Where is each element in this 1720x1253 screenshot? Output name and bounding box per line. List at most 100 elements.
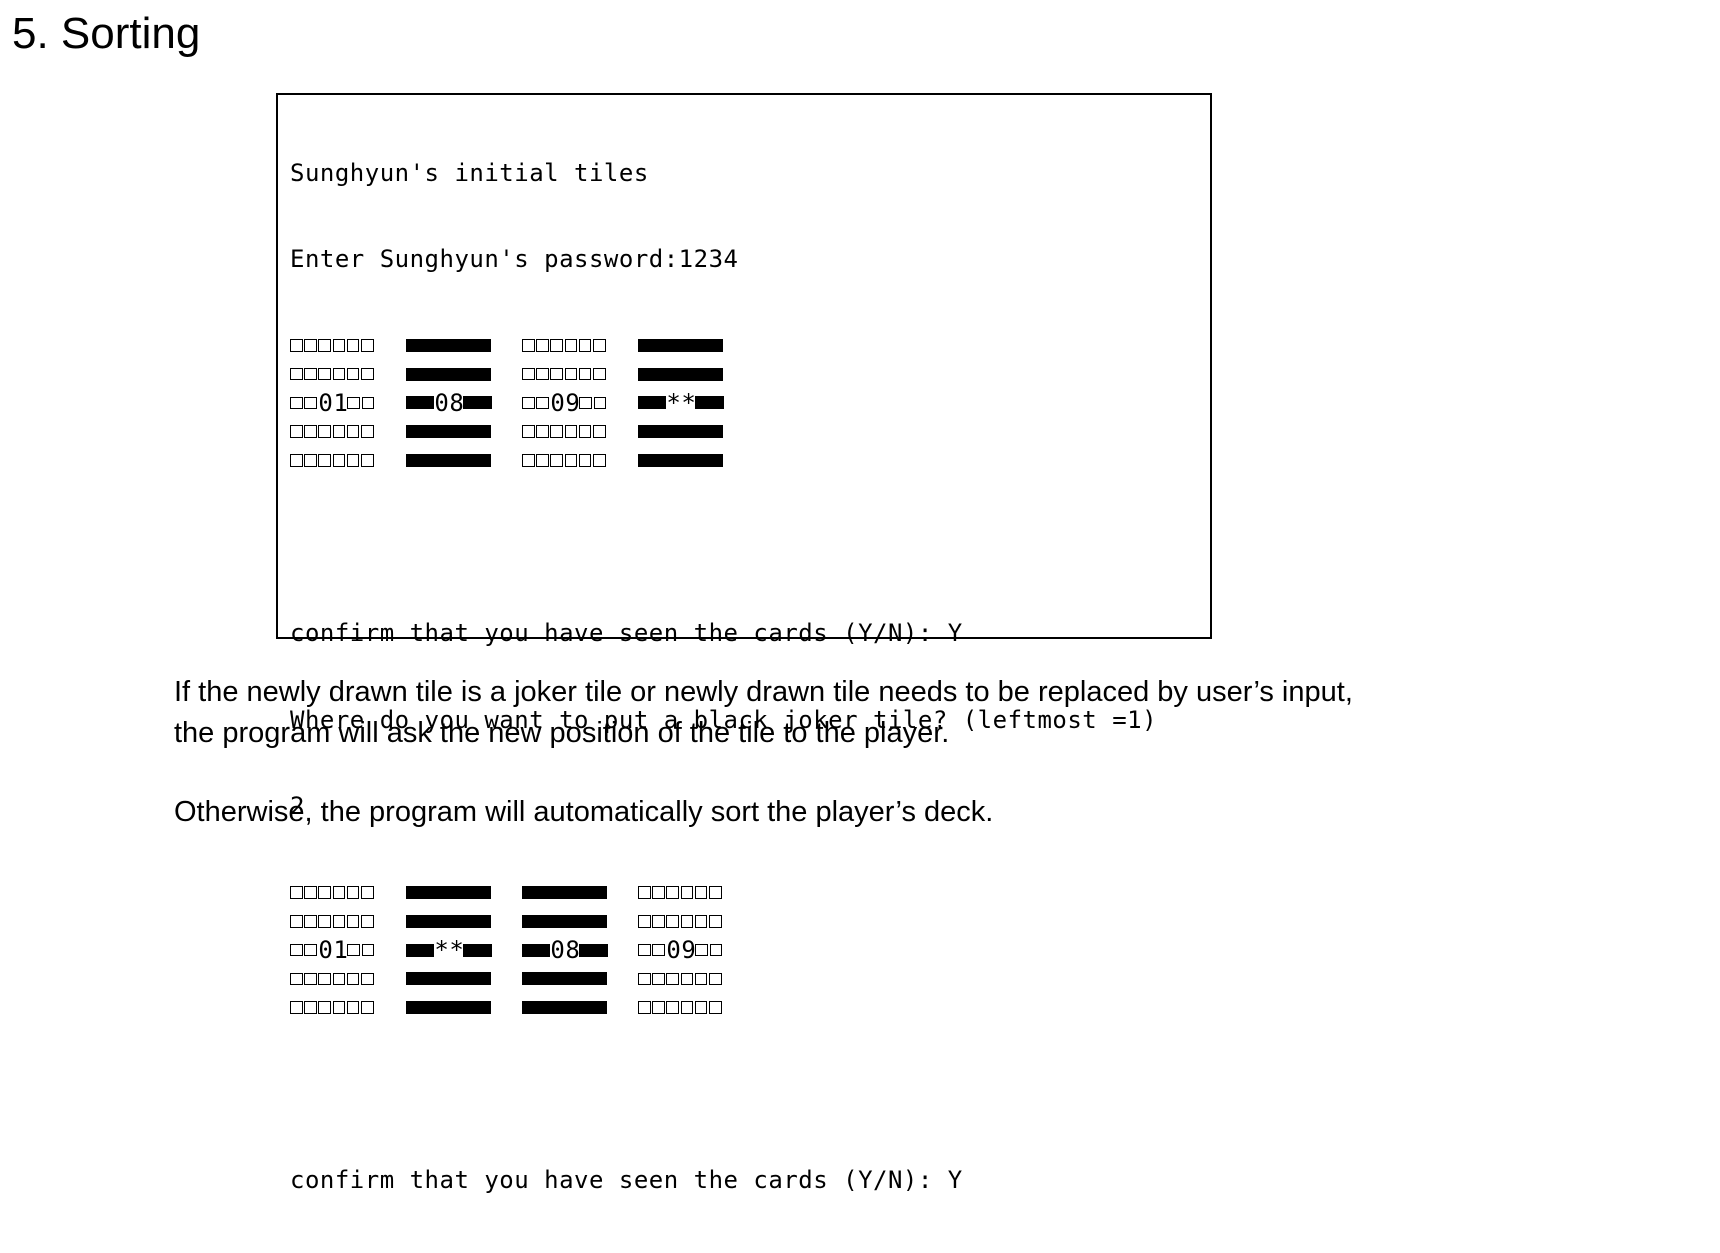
- white-tile: 01: [290, 936, 378, 965]
- tile-row: [290, 879, 1157, 908]
- tile-cell: [680, 886, 694, 899]
- tile-cell: [347, 396, 360, 410]
- tile-cell: [346, 972, 360, 986]
- tile-cell: [406, 886, 421, 900]
- tile-cell: [448, 972, 463, 986]
- tile-cell: [332, 1001, 346, 1014]
- black-tile: [406, 447, 494, 476]
- tile-cell: [406, 972, 421, 986]
- tile-cell: [593, 396, 607, 410]
- tile-cell: [592, 1001, 608, 1015]
- tile-row: [290, 965, 1157, 994]
- tile-cell: [420, 396, 435, 410]
- white-tile: [638, 907, 726, 936]
- black-tile: [638, 418, 726, 447]
- tile-cell: [638, 425, 653, 439]
- black-tile: **: [638, 389, 726, 418]
- tile-cell: [522, 367, 535, 381]
- tile-cell: [406, 425, 421, 439]
- tile-cell: [680, 915, 694, 928]
- tile-cell: [346, 339, 360, 352]
- white-tile: [290, 965, 378, 994]
- tile-cell: [420, 972, 435, 986]
- tile-cell: [536, 943, 551, 957]
- tile-label: 08: [550, 935, 581, 964]
- tile-cell: [290, 1001, 303, 1014]
- tile-cell: [709, 396, 724, 410]
- tile-row: [290, 907, 1157, 936]
- tile-cell: [592, 425, 606, 439]
- tile-cell: [536, 914, 551, 928]
- tile-cell: [652, 425, 667, 439]
- tile-cell: [476, 367, 492, 381]
- tile-cell: [434, 1001, 449, 1015]
- tile-cell: [290, 886, 303, 899]
- black-tile: [406, 907, 494, 936]
- tile-label: 01: [318, 388, 349, 417]
- tile-cell: [304, 339, 317, 352]
- tile-cell: [318, 1001, 331, 1014]
- tile-cell: [652, 396, 667, 410]
- tile-cell: [522, 886, 537, 900]
- tile-label: 09: [550, 388, 581, 417]
- black-tile: [406, 331, 494, 360]
- tile-cell: [592, 972, 608, 986]
- tile-cell: [332, 886, 346, 899]
- tile-cell: [304, 425, 317, 439]
- description-line-3: Otherwise, the program will automaticall…: [174, 796, 994, 828]
- tile-cell: [638, 886, 651, 899]
- tile-cell: [550, 972, 565, 986]
- tile-cell: [448, 425, 463, 439]
- tile-cell: [666, 454, 681, 468]
- tile-cell: [564, 972, 579, 986]
- tile-cell: [318, 367, 331, 381]
- black-tile: [522, 879, 610, 908]
- tile-cell: [666, 425, 681, 439]
- tile-cell: [550, 454, 563, 467]
- tile-cell: [290, 915, 303, 928]
- tile-cell: [476, 914, 492, 928]
- tile-cell: [304, 1001, 317, 1014]
- tile-cell: [652, 943, 665, 957]
- tile-cell: [434, 454, 449, 468]
- tile-label: **: [666, 388, 697, 417]
- tile-cell: [476, 454, 492, 468]
- tile-cell: [420, 454, 435, 468]
- tile-cell: [536, 1001, 551, 1015]
- tile-cell: [708, 972, 722, 986]
- page-title: 5. Sorting: [12, 9, 201, 58]
- tile-cell: [462, 914, 477, 928]
- tile-cell: [304, 454, 317, 467]
- tile-cell: [304, 367, 317, 381]
- tile-cell: [694, 886, 708, 899]
- tile-cell: [318, 972, 331, 986]
- tile-cell: [360, 367, 374, 381]
- tile-row: [290, 418, 1157, 447]
- tile-cell: [332, 454, 346, 467]
- tile-cell: [652, 1001, 665, 1014]
- tile-cell: [578, 454, 592, 467]
- tile-cell: [592, 367, 606, 381]
- tile-cell: [522, 339, 535, 352]
- tile-cell: [579, 396, 592, 410]
- black-tile: [406, 994, 494, 1023]
- tile-cell: [666, 367, 681, 381]
- white-tile: [290, 331, 378, 360]
- tile-cell: [536, 454, 549, 467]
- tile-cell: [592, 454, 606, 467]
- tile-cell: [406, 1001, 421, 1015]
- console-line-confirm-2: confirm that you have seen the cards (Y/…: [290, 1166, 963, 1195]
- tile-cell: [463, 396, 478, 410]
- tile-cell: [666, 915, 679, 928]
- tile-label: 01: [318, 935, 349, 964]
- tile-cell: [434, 425, 449, 439]
- tile-cell: [638, 367, 653, 381]
- tile-cell: [564, 425, 578, 439]
- white-tile: [290, 447, 378, 476]
- tile-cell: [434, 972, 449, 986]
- white-tile: 01: [290, 389, 378, 418]
- tile-cell: [304, 943, 317, 957]
- tile-cell: [434, 338, 449, 352]
- tile-cell: [536, 396, 549, 410]
- tile-cell: [694, 454, 709, 468]
